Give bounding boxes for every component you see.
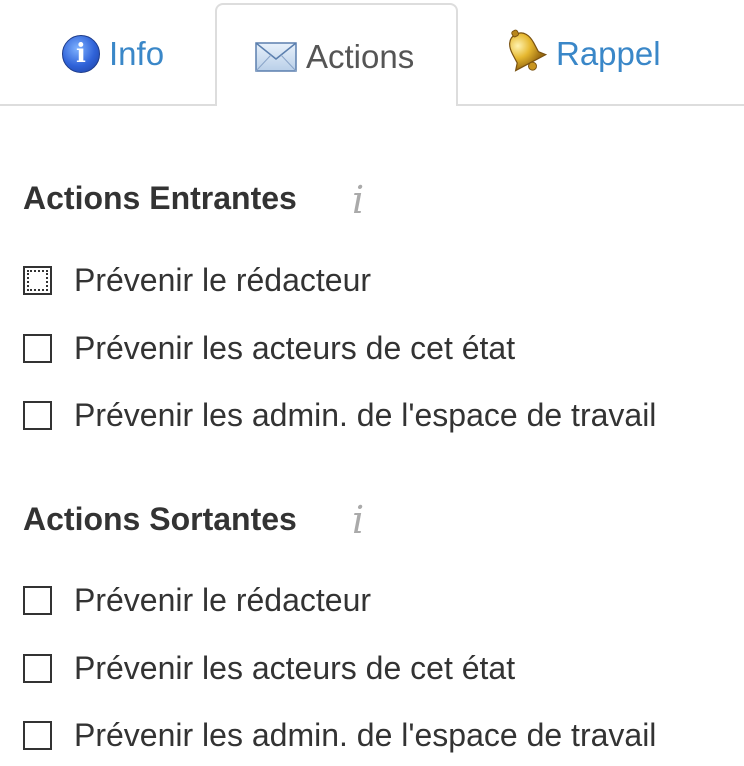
tab-actions[interactable]: Actions (215, 3, 458, 106)
tab-bar: i Info Actions Rappel (0, 0, 744, 106)
option-label: Prévenir le rédacteur (74, 261, 372, 298)
checkbox[interactable] (23, 585, 52, 615)
checkbox[interactable] (23, 400, 52, 430)
tab-info-label: Info (109, 35, 165, 72)
checkbox[interactable] (23, 720, 52, 750)
option-sortantes-acteurs[interactable]: Prévenir les acteurs de cet état (23, 648, 515, 688)
option-label: Prévenir les acteurs de cet état (74, 649, 516, 686)
option-label: Prévenir les admin. de l'espace de trava… (74, 716, 657, 753)
option-label: Prévenir les acteurs de cet état (74, 329, 516, 366)
help-icon[interactable]: i (352, 180, 372, 220)
checkbox[interactable] (23, 333, 52, 363)
tab-info[interactable]: i Info (62, 24, 164, 84)
info-icon: i (62, 35, 100, 73)
checkbox[interactable] (23, 265, 52, 295)
option-sortantes-admins[interactable]: Prévenir les admin. de l'espace de trava… (23, 715, 656, 755)
section-title-actions-entrantes: Actions Entrantes (23, 180, 297, 216)
tab-actions-label: Actions (306, 38, 415, 75)
option-entrantes-acteurs[interactable]: Prévenir les acteurs de cet état (23, 328, 515, 368)
help-icon[interactable]: i (352, 500, 372, 540)
option-entrantes-admins[interactable]: Prévenir les admin. de l'espace de trava… (23, 395, 656, 435)
option-entrantes-redacteur[interactable]: Prévenir le rédacteur (23, 260, 371, 300)
envelope-icon (255, 42, 297, 72)
option-sortantes-redacteur[interactable]: Prévenir le rédacteur (23, 580, 371, 620)
tab-rappel-label: Rappel (556, 35, 661, 72)
option-label: Prévenir les admin. de l'espace de trava… (74, 396, 657, 433)
tab-rappel[interactable]: Rappel (503, 24, 661, 84)
section-title-actions-sortantes: Actions Sortantes (23, 501, 297, 537)
bell-icon (503, 28, 548, 74)
checkbox[interactable] (23, 653, 52, 683)
option-label: Prévenir le rédacteur (74, 581, 372, 618)
